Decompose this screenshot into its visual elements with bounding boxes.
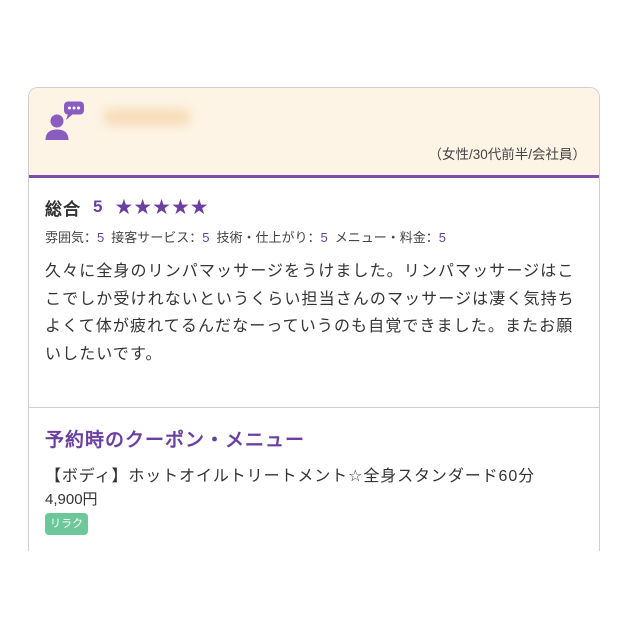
reviewer-avatar-icon xyxy=(44,100,86,141)
sub-rating-atmosphere: 雰囲気：5 xyxy=(45,230,105,245)
review-header: （女性/30代前半/会社員） xyxy=(29,88,599,178)
overall-rating: 総合 5 ★★★★★ xyxy=(45,194,209,220)
section-divider xyxy=(29,407,599,408)
coupon-heading: 予約時のクーポン・メニュー xyxy=(45,430,306,451)
category-badge: リラク xyxy=(45,513,88,535)
reviewer-demographics: （女性/30代前半/会社員） xyxy=(428,147,586,162)
review-card: （女性/30代前半/会社員） 総合 5 ★★★★★ 雰囲気：5 接客サービス：5… xyxy=(28,87,600,551)
sub-rating-service: 接客サービス：5 xyxy=(111,230,210,245)
review-text: 久々に全身のリンパマッサージをうけました。リンパマッサージはここでしか受けれない… xyxy=(45,263,575,363)
sub-ratings: 雰囲気：5 接客サービス：5 技術・仕上がり：5 メニュー・料金：5 xyxy=(45,227,446,246)
coupon-price: 4,900円 xyxy=(45,491,98,508)
star-rating: ★★★★★ xyxy=(114,195,209,219)
sub-rating-technique: 技術・仕上がり：5 xyxy=(216,230,328,245)
speech-bubble-icon xyxy=(64,101,84,120)
blurred-reviewer-name xyxy=(103,108,191,126)
sub-rating-menu-price: メニュー・料金：5 xyxy=(334,230,446,245)
overall-label: 総合 xyxy=(45,199,81,219)
overall-score: 5 xyxy=(93,197,103,216)
coupon-name[interactable]: 【ボディ】ホットオイルトリートメント☆全身スタンダード60分 xyxy=(45,462,535,486)
